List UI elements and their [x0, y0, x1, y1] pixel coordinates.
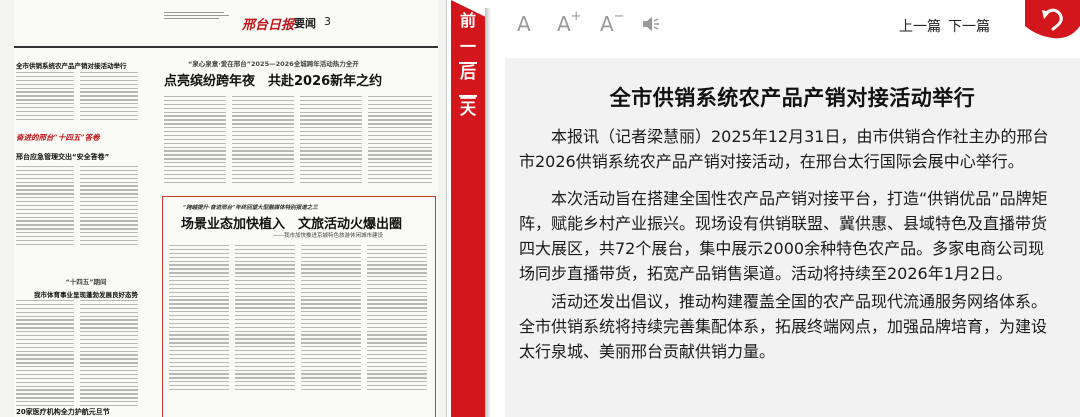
day-nav-shadow — [485, 8, 491, 417]
font-smaller-label: A — [600, 12, 614, 36]
read-aloud-speaker-button[interactable] — [641, 14, 663, 36]
bottom-headline: 20家医疗机构全力护航元旦节 — [16, 408, 110, 416]
next-day-char-1: 后 — [459, 63, 476, 82]
newspaper-column-tag: 奋进的邢台“十四五”答卷 — [16, 132, 156, 143]
banner-headline: 点亮缤纷跨年夜 共赴2026新年之约 — [164, 74, 383, 89]
story-2-text-col-b — [80, 166, 138, 248]
newspaper-story-banner[interactable]: “泉心泉意·爱在邢台”2025—2026全城跨年活动热力全开 点亮缤纷跨年夜 共… — [164, 58, 434, 89]
story-1-text-col-a — [16, 72, 74, 123]
newspaper-story-bottom[interactable]: 20家医疗机构全力护航元旦节 — [16, 407, 156, 417]
story-2-headline: 邢台应急管理交出“安全答卷” — [16, 153, 110, 161]
story-3-text-col-a — [16, 300, 74, 409]
font-size-increase-button[interactable]: A+ — [557, 9, 582, 36]
article-paragraph-2: 本次活动旨在搭建全国性农产品产销对接平台，打造“供销优品”品牌矩阵，赋能乡村产业… — [519, 189, 1048, 283]
article-paragraph-3: 活动还发出倡议，推动构建覆盖全国的农产品现代流通服务网络体系。全市供销系统将持续… — [519, 292, 1048, 361]
newspaper-page-image[interactable]: 邢台日报 要闻 3 全市供销系统农产品产销对接活动举行 “泉心泉意·爱在邢台”2… — [0, 0, 447, 417]
article-paragraph-1: 本报讯（记者梁慧丽）2025年12月31日，由市供销合作社主办的邢台市2026供… — [519, 127, 1049, 171]
story-2-text-col-a — [16, 166, 74, 248]
story-1-text-col-b — [80, 72, 138, 123]
speaker-icon — [643, 17, 659, 31]
font-size-default-button[interactable]: A — [517, 12, 531, 36]
newspaper-sheet: 邢台日报 要闻 3 全市供销系统农产品产销对接活动举行 “泉心泉意·爱在邢台”2… — [14, 0, 438, 417]
feature-text-col-c — [301, 245, 361, 393]
next-day-button-cont[interactable]: 天 — [451, 96, 485, 122]
masthead-meta-lines — [164, 10, 234, 21]
previous-article-link[interactable]: 上一篇 — [899, 16, 941, 36]
plus-icon: + — [570, 9, 582, 25]
font-size-decrease-button[interactable]: A− — [600, 9, 625, 36]
feature-text-col-d — [367, 245, 427, 393]
font-larger-label: A — [557, 12, 571, 36]
newspaper-story-3[interactable]: “十四五”期间 我市体育事业呈现蓬勃发展良好态势 — [16, 276, 156, 299]
feature-subhead: ——我市加快推进京城特色旅游休闲城市建设 — [273, 233, 384, 239]
next-day-char-3: 天 — [459, 99, 476, 118]
story-3-kicker: “十四五”期间 — [65, 278, 107, 286]
previous-day-button[interactable]: 前 一 — [451, 8, 485, 60]
reader-toolbar: A A+ A− 上一篇 下一篇 — [505, 0, 1080, 52]
feature-text-col-a — [169, 245, 229, 393]
article-title: 全市供销系统农产品产销对接活动举行 — [609, 86, 976, 110]
banner-text-col-d — [368, 96, 432, 185]
article-reader: A A+ A− 上一篇 下一篇 全市供销系统农产品产销对接活动举行 本报讯（记者… — [505, 0, 1080, 417]
newspaper-section: 要闻 — [294, 17, 316, 30]
back-arrow-icon — [1025, 0, 1080, 39]
story-3-headline: 我市体育事业呈现蓬勃发展良好态势 — [34, 291, 138, 299]
previous-day-char-2: 一 — [459, 37, 476, 56]
story-3-text-col-b — [80, 300, 138, 409]
feature-text-col-b — [235, 245, 295, 393]
banner-text-col-a — [164, 96, 226, 185]
banner-text-col-b — [232, 96, 294, 185]
feature-headline: 场景业态加快植入 文旅活动火爆出圈 — [181, 217, 403, 232]
previous-day-char-1: 前 — [459, 11, 476, 30]
column-tag-text: 奋进的邢台“十四五”答卷 — [16, 133, 100, 142]
newspaper-masthead: 邢台日报 要闻 3 — [14, 6, 438, 48]
feature-kicker: “跨越提升·奋进邢台”年终回望大型融媒体特别报道之三 — [183, 205, 318, 211]
story-1-headline: 全市供销系统农产品产销对接活动举行 — [16, 62, 127, 70]
back-button[interactable] — [1025, 0, 1080, 40]
day-navigation-strip: 前 一 后 一 天 天 — [447, 0, 493, 417]
banner-kicker: “泉心泉意·爱在邢台”2025—2026全城跨年活动热力全开 — [188, 60, 359, 68]
newspaper-name: 邢台日报 — [242, 18, 295, 33]
next-article-link[interactable]: 下一篇 — [948, 16, 990, 36]
newspaper-story-1[interactable]: 全市供销系统农产品产销对接活动举行 — [16, 60, 146, 70]
newspaper-story-2[interactable]: 邢台应急管理交出“安全答卷” — [16, 152, 156, 162]
minus-icon: − — [613, 9, 625, 25]
newspaper-page-number: 3 — [324, 15, 331, 28]
feature-story-box[interactable]: “跨越提升·奋进邢台”年终回望大型融媒体特别报道之三 场景业态加快植入 文旅活动… — [162, 196, 436, 417]
article-content: 全市供销系统农产品产销对接活动举行 本报讯（记者梁慧丽）2025年12月31日，… — [505, 58, 1080, 417]
font-default-label: A — [517, 12, 531, 36]
banner-text-col-c — [300, 96, 362, 185]
